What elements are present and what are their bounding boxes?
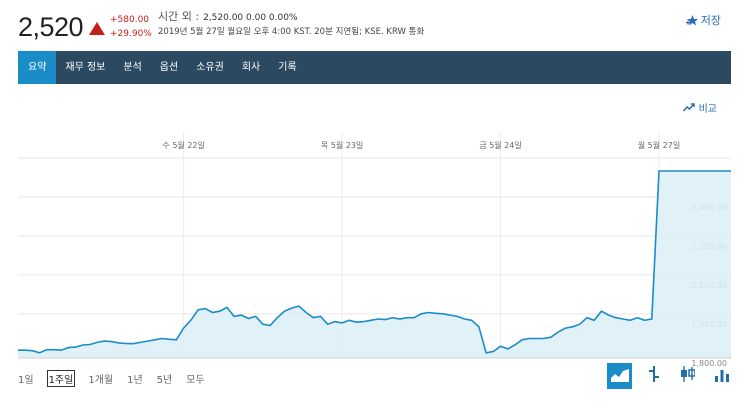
price-area: [18, 171, 731, 358]
range-button-5[interactable]: 모두: [186, 371, 204, 386]
price-chart[interactable]: 2,400.002,250.002,100.001,950.001,800.00…: [0, 0, 743, 407]
ohlc-chart-button[interactable]: [641, 363, 666, 389]
mountain-chart-button[interactable]: [607, 363, 632, 389]
range-selector: 1일 1주일 1개월 1년 5년 모두: [18, 370, 219, 387]
range-button-4[interactable]: 5년: [157, 371, 173, 386]
x-tick-label: 수 5월 22일: [162, 140, 204, 150]
bar-volume-chart-button[interactable]: [709, 363, 734, 389]
range-button-2[interactable]: 1개월: [88, 371, 113, 386]
candlestick-chart-icon: [680, 366, 696, 386]
x-tick-label: 월 5월 27일: [638, 140, 680, 150]
x-tick-label: 목 5월 23일: [321, 140, 363, 150]
candlestick-chart-button[interactable]: [675, 363, 700, 389]
bar-volume-chart-icon: [714, 367, 729, 386]
chart-type-selector: [607, 363, 734, 389]
x-tick-label: 금 5월 24일: [479, 140, 521, 150]
range-button-1[interactable]: 1주일: [46, 370, 76, 387]
mountain-chart-icon: [610, 367, 629, 386]
range-button-3[interactable]: 1년: [127, 371, 143, 386]
range-button-0[interactable]: 1일: [18, 371, 34, 386]
ohlc-chart-icon: [648, 366, 659, 386]
